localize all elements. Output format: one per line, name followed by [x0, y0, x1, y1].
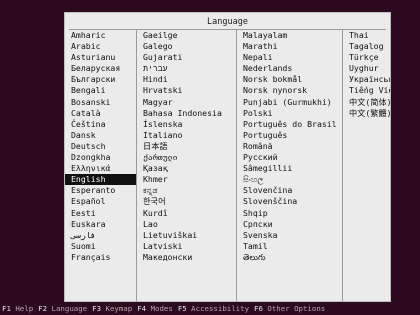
language-option[interactable]: Thai: [343, 30, 390, 41]
language-option[interactable]: Русский: [237, 152, 343, 163]
language-option[interactable]: Español: [65, 196, 136, 207]
language-option[interactable]: Esperanto: [65, 185, 136, 196]
language-option[interactable]: Malayalam: [237, 30, 343, 41]
language-option[interactable]: Nepali: [237, 52, 343, 63]
language-option[interactable]: Български: [65, 74, 136, 85]
language-option[interactable]: Bengali: [65, 85, 136, 96]
language-option[interactable]: Lao: [137, 219, 237, 230]
function-key-label: Help: [15, 304, 34, 313]
language-option[interactable]: Shqip: [237, 208, 343, 219]
language-option[interactable]: Română: [237, 141, 343, 152]
language-option[interactable]: Català: [65, 108, 136, 119]
language-option[interactable]: Euskara: [65, 219, 136, 230]
language-option[interactable]: Dansk: [65, 130, 136, 141]
language-option[interactable]: Türkçe: [343, 52, 390, 63]
language-option[interactable]: 한국어: [137, 196, 237, 207]
language-option[interactable]: Amharic: [65, 30, 136, 41]
function-key-label: Modes: [150, 304, 173, 313]
function-key-label: Language: [51, 304, 88, 313]
language-option[interactable]: Asturianu: [65, 52, 136, 63]
language-option[interactable]: Polski: [237, 108, 343, 119]
language-option[interactable]: Íslenska: [137, 119, 237, 130]
language-option[interactable]: Nederlands: [237, 63, 343, 74]
language-option[interactable]: Uyghur: [343, 63, 390, 74]
language-option[interactable]: Magyar: [137, 97, 237, 108]
language-option[interactable]: 日本語: [137, 141, 237, 152]
language-option[interactable]: Српски: [237, 219, 343, 230]
function-key-label: Keymap: [105, 304, 133, 313]
language-option[interactable]: Čeština: [65, 119, 136, 130]
language-option[interactable]: 中文(简体): [343, 97, 390, 108]
language-option[interactable]: Bahasa Indonesia: [137, 108, 237, 119]
language-option[interactable]: Punjabi (Gurmukhi): [237, 97, 343, 108]
language-option[interactable]: Marathi: [237, 41, 343, 52]
function-key-label: Accessibility: [191, 304, 250, 313]
language-option[interactable]: Українська: [343, 74, 390, 85]
language-option[interactable]: Português: [237, 130, 343, 141]
language-option[interactable]: فارسی: [65, 230, 136, 241]
dialog-title: Language: [69, 15, 386, 30]
language-option[interactable]: Norsk nynorsk: [237, 85, 343, 96]
language-option[interactable]: Arabic: [65, 41, 136, 52]
language-option[interactable]: తెలుగు: [237, 252, 343, 263]
language-option[interactable]: Gaeilge: [137, 30, 237, 41]
language-option[interactable]: Беларуская: [65, 63, 136, 74]
language-option[interactable]: Italiano: [137, 130, 237, 141]
language-option[interactable]: Hindi: [137, 74, 237, 85]
language-option[interactable]: Galego: [137, 41, 237, 52]
language-option[interactable]: Lietuviškai: [137, 230, 237, 241]
language-column-1: Amharic Arabic Asturianu Беларуская Българск…: [65, 30, 136, 301]
language-dialog: Language Amharic Arabic Asturianu Беларуска…: [64, 12, 391, 302]
language-option[interactable]: Eesti: [65, 208, 136, 219]
function-key-f6[interactable]: F6: [254, 304, 267, 313]
function-key-f4[interactable]: F4: [137, 304, 150, 313]
language-option[interactable]: Svenska: [237, 230, 343, 241]
language-option[interactable]: සිංහල: [237, 174, 343, 185]
language-option[interactable]: Latviski: [137, 241, 237, 252]
language-option[interactable]: Tamil: [237, 241, 343, 252]
language-column-4: ThaiTagalogTürkçeUyghurУкраїнськаTiếng V…: [342, 30, 390, 301]
language-option[interactable]: Suomi: [65, 241, 136, 252]
language-option[interactable]: Қазақ: [137, 163, 237, 174]
language-option[interactable]: Slovenščina: [237, 196, 343, 207]
language-option[interactable]: ಕನ್ನಡ: [137, 185, 237, 196]
function-key-f3[interactable]: F3: [92, 304, 105, 313]
language-option[interactable]: Kurdî: [137, 208, 237, 219]
language-option[interactable]: Tiếng Việt: [343, 85, 390, 96]
language-option[interactable]: עברית: [137, 63, 237, 74]
language-option[interactable]: ქართული: [137, 152, 237, 163]
language-option[interactable]: Hrvatski: [137, 85, 237, 96]
language-option[interactable]: Norsk bokmål: [237, 74, 343, 85]
language-option[interactable]: Sâmegillii: [237, 163, 343, 174]
function-key-label: Other Options: [267, 304, 326, 313]
language-option[interactable]: Français: [65, 252, 136, 263]
language-option[interactable]: Khmer: [137, 174, 237, 185]
language-option[interactable]: 中文(繁體): [343, 108, 390, 119]
language-column-3: Malayalam Marathi Nepali Nederlands Norsk bo…: [236, 30, 343, 301]
language-option[interactable]: Português do Brasil: [237, 119, 343, 130]
language-option[interactable]: Dzongkha: [65, 152, 136, 163]
function-key-f2[interactable]: F2: [38, 304, 51, 313]
language-option[interactable]: Slovenčina: [237, 185, 343, 196]
language-option[interactable]: Deutsch: [65, 141, 136, 152]
function-key-bar: F1 Help F2 Language F3 Keymap F4 Modes F5 Ac…: [0, 303, 420, 315]
function-key-f5[interactable]: F5: [178, 304, 191, 313]
language-option[interactable]: Македонски: [137, 252, 237, 263]
language-option[interactable]: English: [65, 174, 136, 186]
language-column-2: Gaeilge Galego Gujarati עברית Hindi Hrvatski M…: [136, 30, 237, 301]
language-option[interactable]: Ελληνικά: [65, 163, 136, 174]
language-columns: Amharic Arabic Asturianu Беларуская Българск…: [65, 30, 390, 301]
language-option[interactable]: Bosanski: [65, 97, 136, 108]
function-key-f1[interactable]: F1: [2, 304, 15, 313]
language-option[interactable]: Gujarati: [137, 52, 237, 63]
language-option[interactable]: Tagalog: [343, 41, 390, 52]
